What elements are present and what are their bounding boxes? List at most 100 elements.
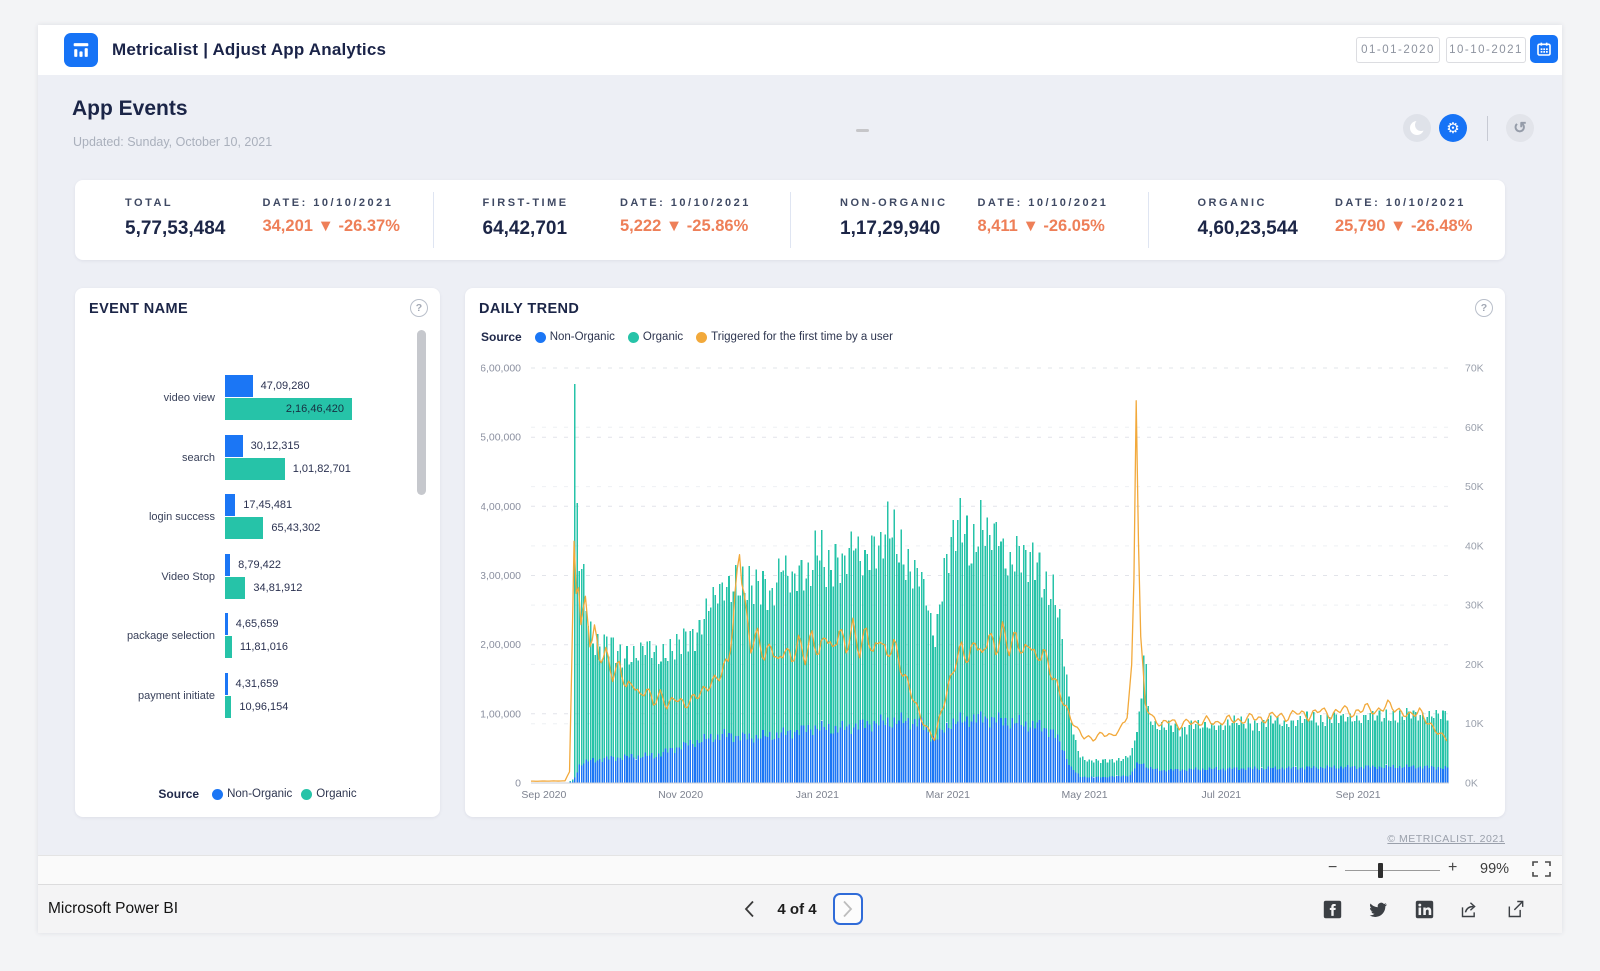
twitter-icon [1368,899,1388,920]
kpi-value: 64,42,701 [483,218,616,240]
kpi-value: 5,77,53,484 [125,218,258,240]
calendar-button[interactable] [1530,35,1558,63]
event-bar-value: 11,81,016 [240,636,288,658]
event-bar-non-organic[interactable] [225,375,253,397]
date-to-input[interactable]: 10-10-2021 [1446,37,1526,63]
kpi-card: TOTAL 5,77,53,484 DATE: 10/10/2021 34,20… [75,180,1505,260]
fullscreen-button[interactable] [1532,861,1551,877]
facebook-icon [1323,900,1342,919]
open-in-new-icon [1506,899,1526,919]
kpi-date-label: DATE: 10/10/2021 [977,197,1108,209]
daily-legend: Source Non-Organic Organic Triggered for… [481,330,893,344]
event-bar-non-organic[interactable] [225,613,228,635]
zoom-slider-handle[interactable] [1378,863,1383,878]
zoom-in-button[interactable]: + [1448,859,1457,877]
kpi-non-organic: NON-ORGANIC 1,17,29,940 DATE: 10/10/2021… [790,180,1148,260]
event-bar-non-organic[interactable] [225,673,228,695]
svg-text:50K: 50K [1465,481,1484,493]
powerbi-footer: Microsoft Power BI 4 of 4 [38,884,1562,933]
event-bar-value: 30,12,315 [251,435,300,457]
event-legend: Source Non-Organic Organic [75,787,440,801]
down-arrow-icon: ▼ [666,217,682,235]
event-bar-value: 8,79,422 [238,554,281,576]
event-bar-value: 47,09,280 [261,375,310,397]
prev-page-button[interactable] [737,895,761,923]
svg-text:Sep 2021: Sep 2021 [1336,789,1381,801]
stacked-bars[interactable] [538,384,1448,783]
event-bar-row: package selection4,65,65911,81,016 [75,613,440,659]
event-category-label: Video Stop [81,554,215,600]
app-logo-icon [64,33,98,67]
event-bar-value: 34,81,912 [253,577,302,599]
svg-text:20K: 20K [1465,659,1484,671]
event-bar-non-organic[interactable] [225,554,230,576]
zoom-out-button[interactable]: − [1328,859,1337,877]
svg-text:0: 0 [515,778,521,790]
event-bar-organic[interactable] [225,636,232,658]
scrollbar-thumb[interactable] [417,330,426,495]
dashboard-canvas: App Events Updated: Sunday, October 10, … [38,75,1562,855]
event-bar-non-organic[interactable] [225,435,243,457]
svg-text:2,00,000: 2,00,000 [481,639,521,651]
event-bar-organic[interactable] [225,577,245,599]
event-category-label: package selection [81,613,215,659]
svg-text:6,00,000: 6,00,000 [481,363,521,375]
event-bar-value: 65,43,302 [271,517,320,539]
svg-text:4,00,000: 4,00,000 [481,501,521,513]
event-bar-organic[interactable] [225,458,285,480]
page-indicator: 4 of 4 [777,901,816,918]
event-bar-organic[interactable] [225,517,263,539]
event-bar-non-organic[interactable] [225,494,235,516]
legend-item-non-organic: Non-Organic [535,331,615,343]
next-page-button[interactable] [833,893,863,925]
event-bar-value: 4,31,659 [236,673,279,695]
kpi-label: FIRST-TIME [483,197,616,209]
svg-text:Jul 2021: Jul 2021 [1201,789,1241,801]
reset-button[interactable]: ↺ [1506,114,1534,142]
legend-item-organic: Organic [301,788,356,800]
kpi-change: 8,411 ▼ -26.05% [977,217,1108,236]
zoom-bar: − + 99% [38,855,1562,884]
legend-title: Source [158,787,199,801]
dark-mode-toggle[interactable] [1403,114,1431,142]
share-button[interactable] [1460,899,1480,919]
facebook-button[interactable] [1322,899,1342,919]
page-title: App Events [72,97,188,121]
twitter-button[interactable] [1368,899,1388,919]
zoom-level: 99% [1480,861,1509,877]
updated-timestamp: Updated: Sunday, October 10, 2021 [73,135,272,149]
event-bar-value: 10,96,154 [239,696,288,718]
reset-icon: ↺ [1513,118,1526,138]
zoom-slider-track[interactable] [1345,870,1440,871]
copyright-link[interactable]: © METRICALIST. 2021 [1387,833,1505,845]
event-bar-value: 1,01,82,701 [293,458,351,480]
kpi-first-time: FIRST-TIME 64,42,701 DATE: 10/10/2021 5,… [433,180,791,260]
help-icon[interactable]: ? [1475,299,1493,317]
date-from-input[interactable]: 01-01-2020 [1356,37,1440,63]
daily-trend-chart: 01,00,0002,00,0003,00,0004,00,0005,00,00… [481,350,1489,802]
svg-text:1,00,000: 1,00,000 [481,708,521,720]
svg-text:40K: 40K [1465,540,1484,552]
svg-text:0K: 0K [1465,778,1478,790]
event-bar-chart: video view47,09,2802,16,46,420search30,1… [75,288,440,817]
legend-item-first-time: Triggered for the first time by a user [696,331,893,343]
linkedin-button[interactable] [1414,899,1434,919]
app-title: Metricalist | Adjust App Analytics [112,25,386,75]
kpi-label: TOTAL [125,197,258,209]
open-in-new-window-button[interactable] [1506,899,1526,919]
gear-icon: ⚙ [1446,119,1459,137]
event-bar-row: login success17,45,48165,43,302 [75,494,440,540]
svg-text:60K: 60K [1465,422,1484,434]
down-arrow-icon: ▼ [318,217,334,235]
event-name-panel: EVENT NAME ? video view47,09,2802,16,46,… [75,288,440,817]
kpi-date-label: DATE: 10/10/2021 [620,197,751,209]
report-frame: Metricalist | Adjust App Analytics 01-01… [38,25,1562,933]
panel-title: DAILY TREND [479,301,579,317]
svg-text:70K: 70K [1465,363,1484,375]
legend-dot-organic [301,789,312,800]
svg-text:30K: 30K [1465,600,1484,612]
legend-dot-first-time [696,332,707,343]
settings-button[interactable]: ⚙ [1439,114,1467,142]
event-bar-organic[interactable] [225,696,231,718]
chevron-right-icon [842,900,853,918]
